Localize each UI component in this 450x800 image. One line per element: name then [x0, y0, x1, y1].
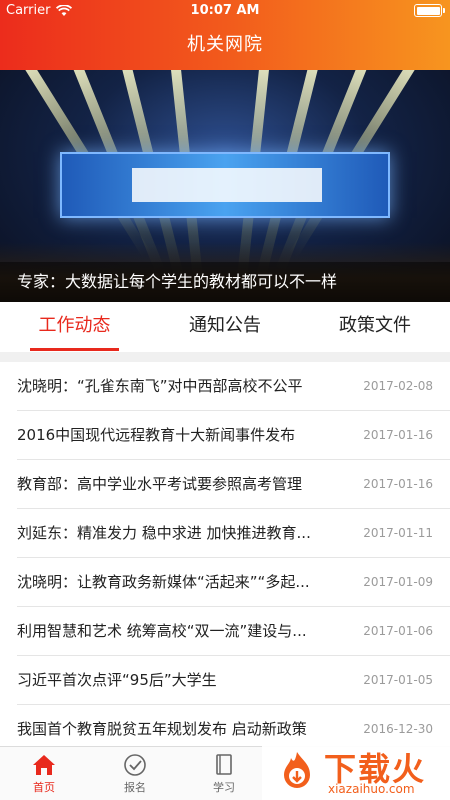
battery-icon	[414, 4, 445, 17]
tabbar-home[interactable]: 首页	[14, 753, 74, 795]
active-tab-indicator	[30, 348, 119, 351]
news-date: 2017-01-11	[363, 526, 433, 540]
news-title: 教育部：高中学业水平考试要参照高考管理	[17, 475, 303, 493]
tab-notices[interactable]: 通知公告	[175, 302, 275, 352]
news-date: 2017-01-05	[363, 673, 433, 687]
banner-caption[interactable]: 专家：大数据让每个学生的教材都可以不一样	[0, 262, 450, 302]
stage-screen-logo	[132, 168, 322, 202]
news-date: 2017-01-16	[363, 428, 433, 442]
list-item[interactable]: 沈晓明：“孔雀东南飞”对中西部高校不公平 2017-02-08	[17, 362, 450, 411]
home-icon	[33, 755, 55, 775]
stage-screen	[60, 152, 390, 218]
app-header: Carrier 10:07 AM 机关网院	[0, 0, 450, 70]
list-item[interactable]: 教育部：高中学业水平考试要参照高考管理 2017-01-16	[17, 460, 450, 509]
watermark: 下载火 xiazaihuo.com	[262, 742, 450, 800]
news-date: 2017-01-16	[363, 477, 433, 491]
news-title: 沈晓明：让教育政务新媒体“活起来”“多起...	[17, 573, 310, 591]
list-item[interactable]: 沈晓明：让教育政务新媒体“活起来”“多起... 2017-01-09	[17, 558, 450, 607]
news-title: 沈晓明：“孔雀东南飞”对中西部高校不公平	[17, 377, 303, 395]
tab-policy-docs[interactable]: 政策文件	[325, 302, 425, 352]
flame-logo-icon	[284, 752, 310, 788]
status-time: 10:07 AM	[190, 3, 260, 18]
tabbar-home-label: 首页	[33, 781, 55, 794]
news-title: 利用智慧和艺术 统筹高校“双一流”建设与...	[17, 622, 307, 640]
tabbar-study-label: 学习	[213, 781, 235, 794]
list-item[interactable]: 习近平首次点评“95后”大学生 2017-01-05	[17, 656, 450, 705]
status-bar: Carrier 10:07 AM	[0, 0, 450, 22]
list-item[interactable]: 2016中国现代远程教育十大新闻事件发布 2017-01-16	[17, 411, 450, 460]
news-title: 刘延东：精准发力 稳中求进 加快推进教育...	[17, 524, 311, 542]
tab-work-news[interactable]: 工作动态	[30, 302, 119, 352]
list-item[interactable]: 刘延东：精准发力 稳中求进 加快推进教育... 2017-01-11	[17, 509, 450, 558]
tabbar-signup[interactable]: 报名	[105, 753, 165, 795]
tabbar-study[interactable]: 学习	[194, 753, 254, 795]
news-date: 2017-01-06	[363, 624, 433, 638]
news-list: 沈晓明：“孔雀东南飞”对中西部高校不公平 2017-02-08 2016中国现代…	[0, 362, 450, 754]
news-date: 2017-01-09	[363, 575, 433, 589]
tabbar-signup-label: 报名	[124, 781, 146, 794]
section-divider	[0, 352, 450, 362]
list-item[interactable]: 利用智慧和艺术 统筹高校“双一流”建设与... 2017-01-06	[17, 607, 450, 656]
check-circle-icon	[124, 754, 146, 776]
book-icon	[216, 754, 232, 775]
news-date: 2017-02-08	[363, 379, 433, 393]
watermark-url: xiazaihuo.com	[328, 782, 415, 796]
news-title: 2016中国现代远程教育十大新闻事件发布	[17, 426, 296, 444]
category-tabs: 工作动态 通知公告 政策文件	[0, 302, 450, 352]
news-title: 习近平首次点评“95后”大学生	[17, 671, 217, 689]
banner-carousel[interactable]: 专家：大数据让每个学生的教材都可以不一样	[0, 70, 450, 302]
page-title: 机关网院	[187, 34, 263, 55]
